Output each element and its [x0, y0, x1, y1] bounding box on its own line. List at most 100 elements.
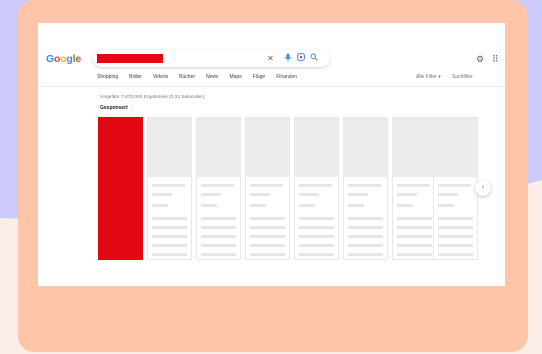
text-placeholder — [250, 193, 270, 196]
text-placeholder — [299, 217, 334, 220]
text-placeholder — [397, 204, 413, 207]
product-image-placeholder — [148, 118, 191, 177]
text-placeholder — [152, 193, 172, 196]
product-image-placeholder — [393, 118, 436, 177]
product-card[interactable] — [343, 117, 388, 260]
text-placeholder — [348, 193, 368, 196]
text-placeholder — [438, 184, 471, 187]
more-options-icon[interactable]: ⋮ — [130, 104, 135, 110]
text-placeholder — [299, 184, 332, 187]
text-placeholder — [201, 204, 217, 207]
text-placeholder — [299, 253, 334, 256]
product-card[interactable] — [245, 117, 290, 260]
close-icon[interactable]: ✕ — [265, 53, 276, 64]
carousel-next-button[interactable]: › — [475, 180, 491, 196]
header-divider — [38, 86, 505, 87]
device-frame: Google ✕ ⚙ ⠿ Shopping Bilder Videos Büch… — [18, 0, 528, 352]
text-placeholder — [152, 253, 187, 256]
text-placeholder — [438, 204, 454, 207]
text-placeholder — [250, 244, 285, 247]
text-placeholder — [152, 184, 185, 187]
text-placeholder — [348, 235, 383, 238]
text-placeholder — [348, 204, 364, 207]
text-placeholder — [397, 217, 432, 220]
result-stats: Ungefähr 7.870.000 Ergebnisse (0,34 Seku… — [100, 95, 205, 100]
text-placeholder — [201, 193, 221, 196]
mic-icon[interactable] — [282, 53, 293, 64]
tab-books[interactable]: Bücher — [179, 74, 195, 80]
text-placeholder — [201, 235, 236, 238]
search-icon[interactable] — [308, 53, 319, 64]
text-placeholder — [250, 235, 285, 238]
product-card[interactable] — [392, 117, 437, 260]
text-placeholder — [152, 217, 187, 220]
lens-icon[interactable] — [295, 53, 306, 64]
chevron-right-icon: › — [481, 184, 485, 191]
text-placeholder — [152, 226, 187, 229]
text-placeholder — [438, 217, 473, 220]
settings-gear-icon[interactable]: ⚙ — [476, 54, 484, 65]
text-placeholder — [201, 244, 236, 247]
product-image-placeholder — [197, 118, 240, 177]
product-card[interactable] — [196, 117, 241, 260]
product-image-placeholder — [434, 118, 477, 177]
tab-news[interactable]: News — [206, 74, 219, 80]
text-placeholder — [397, 184, 430, 187]
product-image-placeholder — [344, 118, 387, 177]
text-placeholder — [299, 204, 315, 207]
all-filters-button[interactable]: Alle Filter ▾ — [416, 74, 441, 80]
text-placeholder — [397, 253, 432, 256]
text-placeholder — [397, 193, 417, 196]
product-card[interactable] — [433, 117, 478, 260]
search-input[interactable]: ✕ — [93, 50, 330, 67]
text-placeholder — [438, 244, 473, 247]
text-placeholder — [299, 244, 334, 247]
text-placeholder — [201, 184, 234, 187]
all-filters-label: Alle Filter — [416, 74, 437, 80]
text-placeholder — [348, 244, 383, 247]
browser-screen: Google ✕ ⚙ ⠿ Shopping Bilder Videos Büch… — [38, 23, 505, 286]
text-placeholder — [250, 204, 266, 207]
text-placeholder — [438, 193, 458, 196]
text-placeholder — [201, 253, 236, 256]
product-card[interactable] — [147, 117, 192, 260]
text-placeholder — [348, 253, 383, 256]
text-placeholder — [348, 184, 381, 187]
logo-letter: G — [46, 53, 54, 65]
redacted-query — [97, 54, 163, 63]
text-placeholder — [250, 253, 285, 256]
text-placeholder — [299, 193, 319, 196]
text-placeholder — [250, 184, 283, 187]
product-image-placeholder — [295, 118, 338, 177]
text-placeholder — [438, 235, 473, 238]
logo-letter: e — [75, 53, 81, 65]
product-card[interactable] — [294, 117, 339, 260]
tools-button[interactable]: Suchfilter — [452, 74, 473, 80]
search-tabs: Shopping Bilder Videos Bücher News Maps … — [97, 74, 308, 80]
tab-flights[interactable]: Flüge — [253, 74, 266, 80]
text-placeholder — [299, 226, 334, 229]
apps-grid-icon[interactable]: ⠿ — [492, 54, 499, 65]
tab-maps[interactable]: Maps — [230, 74, 242, 80]
tab-images[interactable]: Bilder — [129, 74, 142, 80]
text-placeholder — [152, 235, 187, 238]
text-placeholder — [299, 235, 334, 238]
text-placeholder — [397, 226, 432, 229]
product-card-highlighted[interactable] — [98, 117, 143, 260]
text-placeholder — [397, 244, 432, 247]
text-placeholder — [348, 226, 383, 229]
text-placeholder — [201, 217, 236, 220]
tab-videos[interactable]: Videos — [153, 74, 168, 80]
text-placeholder — [201, 226, 236, 229]
tab-shopping[interactable]: Shopping — [97, 74, 118, 80]
google-logo[interactable]: Google — [46, 53, 81, 65]
text-placeholder — [152, 204, 168, 207]
tab-finance[interactable]: Finanzen — [276, 74, 297, 80]
text-placeholder — [250, 217, 285, 220]
text-placeholder — [250, 226, 285, 229]
text-placeholder — [438, 253, 473, 256]
text-placeholder — [438, 226, 473, 229]
text-placeholder — [397, 235, 432, 238]
sponsored-label: Gesponsert — [100, 105, 128, 111]
text-placeholder — [152, 244, 187, 247]
